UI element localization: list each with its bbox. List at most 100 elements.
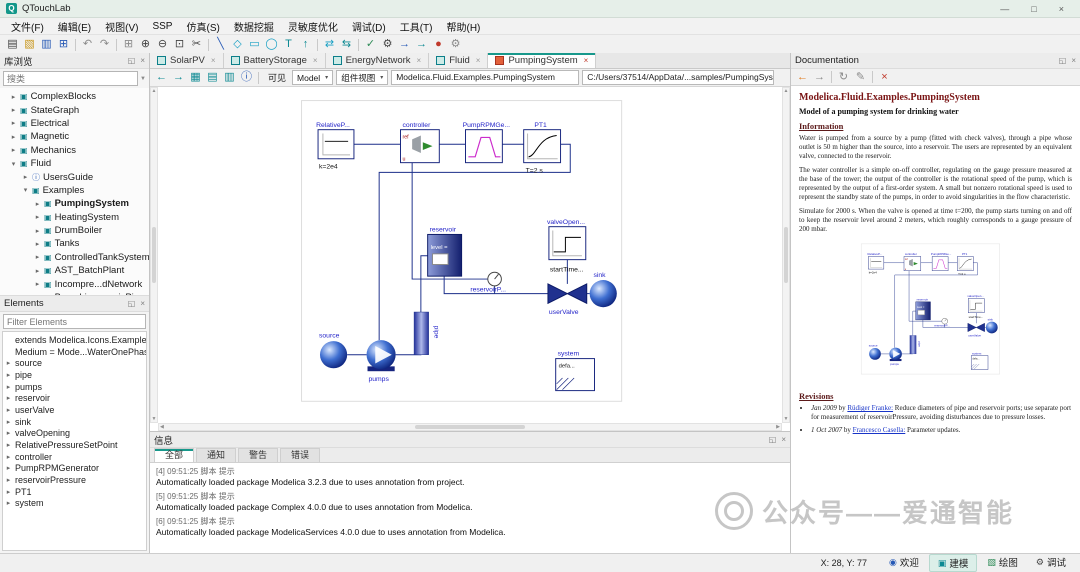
cut-icon[interactable]: ✂ bbox=[188, 36, 205, 53]
debug-mode-button[interactable]: ⚙ 调试 bbox=[1028, 554, 1074, 570]
info-tab[interactable]: 警告 bbox=[238, 448, 279, 462]
element-item[interactable]: ▸ reservoirPressure bbox=[5, 474, 144, 486]
expand-caret-icon[interactable]: ▾ bbox=[22, 186, 29, 194]
grid-icon[interactable]: ⊞ bbox=[120, 36, 137, 53]
pipe-component[interactable] bbox=[909, 335, 917, 355]
save-all-icon[interactable]: ⊞ bbox=[55, 36, 72, 53]
filter-icon[interactable]: ▼ bbox=[140, 76, 146, 82]
controller-block[interactable]: ref u bbox=[903, 256, 922, 272]
expand-caret-icon[interactable]: ▸ bbox=[22, 173, 29, 181]
element-item[interactable]: ▸ valveOpening bbox=[5, 428, 144, 440]
element-item[interactable]: ▸ pumps bbox=[5, 381, 144, 393]
ellipse-tool-icon[interactable]: ◯ bbox=[263, 36, 280, 53]
expand-caret-icon[interactable]: ▸ bbox=[5, 499, 12, 507]
maximize-button[interactable]: □ bbox=[1031, 4, 1036, 14]
menu-item[interactable]: SSP bbox=[145, 21, 179, 32]
expand-caret-icon[interactable]: ▸ bbox=[5, 476, 12, 484]
expand-caret-icon[interactable]: ▸ bbox=[5, 441, 12, 449]
expand-caret-icon[interactable]: ▸ bbox=[10, 146, 17, 154]
close-panel-icon[interactable]: × bbox=[140, 56, 145, 65]
tree-item[interactable]: ▸ ⓘ UsersGuide bbox=[0, 170, 149, 183]
menu-item[interactable]: 帮助(H) bbox=[440, 19, 488, 34]
close-panel-icon[interactable]: × bbox=[1071, 56, 1076, 65]
sink-component[interactable] bbox=[589, 280, 617, 308]
rect-tool-icon[interactable]: ▭ bbox=[246, 36, 263, 53]
doc-back-icon[interactable]: ← bbox=[794, 69, 811, 86]
user-valve-component[interactable] bbox=[547, 283, 588, 305]
tree-item[interactable]: ▾ ▣ Fluid bbox=[0, 157, 149, 170]
tree-item[interactable]: ▸ ▣ AST_BatchPlant bbox=[0, 264, 149, 277]
relative-pressure-setpoint-block[interactable] bbox=[868, 256, 885, 270]
pumps-component[interactable] bbox=[889, 347, 902, 362]
pump-rpm-generator-block[interactable] bbox=[465, 129, 503, 164]
doc-refresh-icon[interactable]: ↻ bbox=[835, 69, 852, 86]
source-component[interactable] bbox=[869, 348, 881, 361]
document-tab[interactable]: EnergyNetwork × bbox=[325, 53, 430, 68]
view-combo[interactable]: Model ▾ bbox=[292, 70, 334, 85]
plotting-mode-button[interactable]: ▧ 绘图 bbox=[979, 554, 1026, 570]
tree-item[interactable]: ▸ ▣ Electrical bbox=[0, 117, 149, 130]
arrow-tool-icon[interactable]: ↑ bbox=[297, 36, 314, 53]
pt1-block[interactable] bbox=[957, 256, 974, 272]
log-message[interactable]: [4] 09:51:25 脚本 提示 Automatically loaded … bbox=[156, 466, 784, 487]
welcome-mode-button[interactable]: ◉ 欢迎 bbox=[881, 554, 927, 570]
line-tool-icon[interactable]: ╲ bbox=[212, 36, 229, 53]
expand-caret-icon[interactable]: ▸ bbox=[10, 133, 17, 141]
zoom-in-icon[interactable]: ⊕ bbox=[137, 36, 154, 53]
element-item[interactable]: ▸ PT1 bbox=[5, 486, 144, 498]
zoom-out-icon[interactable]: ⊖ bbox=[154, 36, 171, 53]
tab-close-icon[interactable]: × bbox=[584, 56, 589, 65]
close-button[interactable]: × bbox=[1059, 4, 1064, 14]
tree-item[interactable]: ▸ ▣ ComplexBlocks bbox=[0, 90, 149, 103]
open-file-icon[interactable]: ▧ bbox=[21, 36, 38, 53]
menu-item[interactable]: 数据挖掘 bbox=[227, 19, 281, 34]
sink-component[interactable] bbox=[985, 321, 998, 334]
element-item[interactable]: ▸ reservoir bbox=[5, 392, 144, 404]
doc-forward-icon[interactable]: → bbox=[811, 69, 828, 86]
save-icon[interactable]: ▥ bbox=[38, 36, 55, 53]
reservoir-component[interactable]: level = bbox=[427, 233, 463, 277]
toolbar-icon[interactable] bbox=[317, 38, 318, 51]
document-tab[interactable]: Fluid × bbox=[429, 53, 489, 68]
expand-caret-icon[interactable]: ▸ bbox=[5, 406, 12, 414]
pump-rpm-generator-block[interactable] bbox=[931, 256, 949, 272]
menu-item[interactable]: 调试(D) bbox=[345, 19, 393, 34]
float-panel-icon[interactable]: ◱ bbox=[128, 299, 136, 308]
expand-caret-icon[interactable]: ▸ bbox=[10, 119, 17, 127]
expand-caret-icon[interactable]: ▸ bbox=[5, 429, 12, 437]
reservoir-component[interactable]: level = bbox=[915, 301, 931, 321]
icon-view-icon[interactable]: ▤ bbox=[204, 69, 221, 86]
info-icon[interactable]: ⓘ bbox=[238, 69, 255, 86]
menu-item[interactable]: 灵敏度优化 bbox=[281, 19, 345, 34]
element-item[interactable]: ▸ pipe bbox=[5, 369, 144, 381]
pumps-component[interactable] bbox=[366, 340, 396, 372]
element-item[interactable]: ▸ sink bbox=[5, 416, 144, 428]
tab-close-icon[interactable]: × bbox=[211, 56, 216, 65]
text-view-icon[interactable]: ▥ bbox=[221, 69, 238, 86]
log-message[interactable]: [6] 09:51:25 脚本 提示 Automatically loaded … bbox=[156, 516, 784, 537]
menu-item[interactable]: 视图(V) bbox=[98, 19, 145, 34]
element-item[interactable]: ▸ source bbox=[5, 357, 144, 369]
tree-item[interactable]: ▸ ▣ Tanks bbox=[0, 237, 149, 250]
pt1-block[interactable] bbox=[523, 129, 562, 164]
toolbar-icon[interactable] bbox=[116, 38, 117, 51]
tree-item[interactable]: ▸ ▣ Mechanics bbox=[0, 144, 149, 157]
expand-caret-icon[interactable]: ▸ bbox=[34, 200, 41, 208]
controller-block[interactable]: ref u bbox=[400, 129, 440, 164]
canvas-toolbar-icon[interactable] bbox=[258, 71, 259, 84]
relative-pressure-setpoint-block[interactable] bbox=[317, 129, 355, 160]
toolbar-icon[interactable] bbox=[358, 38, 359, 51]
expand-caret-icon[interactable]: ▸ bbox=[34, 240, 41, 248]
expand-caret-icon[interactable]: ▸ bbox=[10, 106, 17, 114]
element-item[interactable]: ▸ PumpRPMGenerator bbox=[5, 463, 144, 475]
canvas-vscrollbar-right[interactable]: ▲ ▼ bbox=[782, 87, 790, 423]
document-tab[interactable]: BatteryStorage × bbox=[223, 53, 326, 68]
expand-caret-icon[interactable]: ▸ bbox=[5, 488, 12, 496]
redo-icon[interactable]: ↷ bbox=[96, 36, 113, 53]
menu-item[interactable]: 工具(T) bbox=[393, 19, 440, 34]
info-tab[interactable]: 通知 bbox=[196, 448, 237, 462]
menu-item[interactable]: 仿真(S) bbox=[179, 19, 226, 34]
expand-caret-icon[interactable]: ▸ bbox=[5, 394, 12, 402]
settings-icon[interactable]: ⚙ bbox=[379, 36, 396, 53]
diagram-canvas[interactable]: ▲ ▼ RelativeP... k=2e4 ref u controller … bbox=[150, 87, 790, 431]
